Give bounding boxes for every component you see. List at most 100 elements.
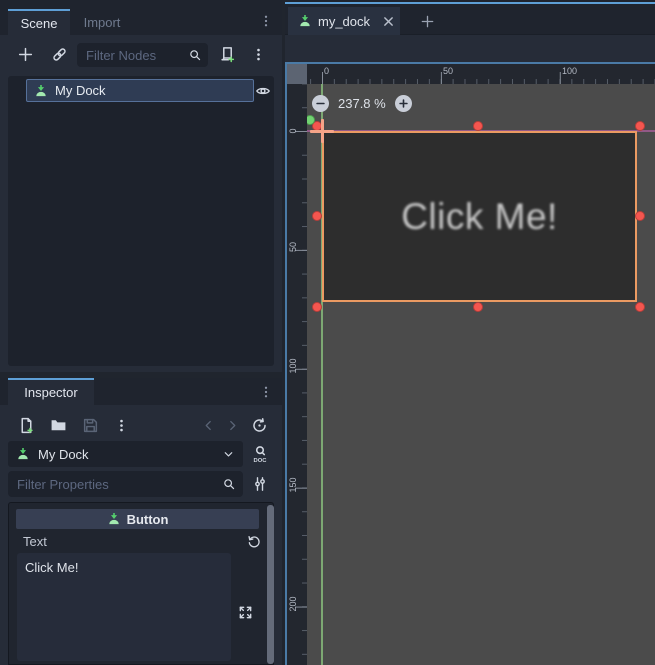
property-tools-button[interactable] <box>248 472 272 496</box>
category-button[interactable]: Button <box>16 509 259 529</box>
selection-handle-middle-right[interactable] <box>635 211 645 221</box>
scene-tab-my-dock[interactable]: my_dock <box>288 7 400 35</box>
button-node-icon <box>107 512 121 526</box>
inspector-dock: Inspector My Dock <box>0 378 282 665</box>
scene-tabbar: my_dock <box>285 0 655 35</box>
search-icon <box>222 477 236 491</box>
chevron-left-icon <box>201 418 216 433</box>
v-ruler-label: 0 <box>287 116 299 146</box>
close-icon <box>382 15 395 28</box>
h-ruler-label: 0 <box>324 66 329 76</box>
add-node-button[interactable] <box>13 42 37 66</box>
scene-tree-menu-button[interactable] <box>246 42 270 66</box>
inspector-section: Button Text Click Me! <box>8 502 274 665</box>
ruler-corner[interactable] <box>287 64 307 84</box>
chevron-down-icon <box>222 448 235 461</box>
tab-import[interactable]: Import <box>72 9 132 35</box>
inspector-tabstrip: Inspector <box>0 378 282 405</box>
canvas-toolbar <box>285 35 655 62</box>
category-label: Button <box>127 512 169 527</box>
visibility-toggle-button[interactable] <box>252 80 274 102</box>
new-resource-icon <box>18 417 35 434</box>
scene-tab-label: my_dock <box>318 14 372 29</box>
selection-handle-top-middle[interactable] <box>473 121 483 131</box>
selection-handle-top-right[interactable] <box>635 121 645 131</box>
text-property-value[interactable]: Click Me! <box>17 553 231 661</box>
tab-scene-label: Scene <box>21 16 58 31</box>
active-tabbar-highlight <box>285 2 655 4</box>
filter-properties-input[interactable] <box>8 477 222 492</box>
tree-row-my-dock[interactable]: My Dock <box>26 79 254 102</box>
selection-rectangle <box>322 131 637 302</box>
tab-scene[interactable]: Scene <box>8 9 70 35</box>
button-node-icon <box>16 447 30 461</box>
object-history-button[interactable] <box>247 413 271 437</box>
sliders-icon <box>252 476 268 492</box>
canvas-2d[interactable]: Click Me! 237.8 % <box>307 84 655 665</box>
plus-icon <box>420 14 435 29</box>
load-resource-button[interactable] <box>46 413 70 437</box>
vertical-ruler[interactable]: 0 50 100 150 200 <box>287 84 307 665</box>
viewport-border-top <box>285 62 655 64</box>
filter-nodes-input[interactable] <box>77 48 188 63</box>
folder-icon <box>50 417 67 434</box>
selection-handle-middle-left[interactable] <box>312 211 322 221</box>
revert-property-button[interactable] <box>243 530 265 552</box>
kebab-menu-icon <box>114 418 129 433</box>
scene-dock: Scene Import My Dock <box>0 0 282 372</box>
zoom-level-label[interactable]: 237.8 % <box>338 96 386 111</box>
instance-scene-button[interactable] <box>47 42 71 66</box>
selection-handle-bottom-right[interactable] <box>635 302 645 312</box>
selection-handle-bottom-middle[interactable] <box>473 302 483 312</box>
h-ruler-label: 50 <box>443 66 453 76</box>
add-node-icon <box>17 46 34 63</box>
pivot-crosshair <box>321 119 324 143</box>
filter-properties-box <box>8 471 243 497</box>
scene-tree[interactable]: My Dock <box>8 76 274 366</box>
scene-dock-menu-button[interactable] <box>256 11 276 31</box>
open-docs-button[interactable]: DOC <box>248 441 272 467</box>
tab-import-label: Import <box>84 15 121 30</box>
history-back-button[interactable] <box>196 413 220 437</box>
v-ruler-label: 200 <box>287 589 299 619</box>
viewport-2d: 0 50 100 0 50 100 150 200 Click Me! <box>285 62 655 665</box>
scene-dock-tabstrip: Scene Import <box>0 0 282 35</box>
object-selector-dropdown[interactable]: My Dock <box>8 441 243 467</box>
button-node-icon <box>34 84 48 98</box>
inspector-scrollbar[interactable] <box>267 505 274 664</box>
tab-inspector[interactable]: Inspector <box>8 378 94 405</box>
inspector-dock-menu-button[interactable] <box>256 382 276 402</box>
horizontal-ruler[interactable]: 0 50 100 <box>307 64 655 84</box>
tab-inspector-label: Inspector <box>24 385 77 400</box>
save-icon <box>82 417 99 434</box>
selection-handle-bottom-left[interactable] <box>312 302 322 312</box>
doc-search-icon: DOC <box>251 445 269 463</box>
text-property-label: Text <box>23 534 47 549</box>
tree-row-label: My Dock <box>55 83 106 98</box>
kebab-menu-icon <box>251 47 266 62</box>
filter-nodes-box <box>77 43 208 67</box>
kebab-menu-icon <box>259 14 273 28</box>
zoom-out-button[interactable] <box>312 95 329 112</box>
new-resource-button[interactable] <box>14 413 38 437</box>
zoom-widget: 237.8 % <box>312 95 412 112</box>
revert-icon <box>247 534 262 549</box>
chevron-right-icon <box>225 418 240 433</box>
v-ruler-label: 100 <box>287 351 299 381</box>
resource-menu-button[interactable] <box>109 413 133 437</box>
expand-text-button[interactable] <box>235 602 255 622</box>
eye-icon <box>255 83 271 99</box>
svg-text:DOC: DOC <box>254 458 268 463</box>
button-node-icon <box>298 14 312 28</box>
close-scene-tab-button[interactable] <box>378 11 398 31</box>
attach-script-icon <box>219 46 236 63</box>
h-ruler-label: 100 <box>562 66 577 76</box>
godot-editor: Scene Import My Dock <box>0 0 655 665</box>
zoom-in-button[interactable] <box>395 95 412 112</box>
save-resource-button[interactable] <box>78 413 102 437</box>
history-forward-button[interactable] <box>220 413 244 437</box>
new-scene-tab-button[interactable] <box>415 9 439 33</box>
minus-icon <box>316 99 325 108</box>
expand-icon <box>238 605 253 620</box>
attach-script-button[interactable] <box>215 42 239 66</box>
